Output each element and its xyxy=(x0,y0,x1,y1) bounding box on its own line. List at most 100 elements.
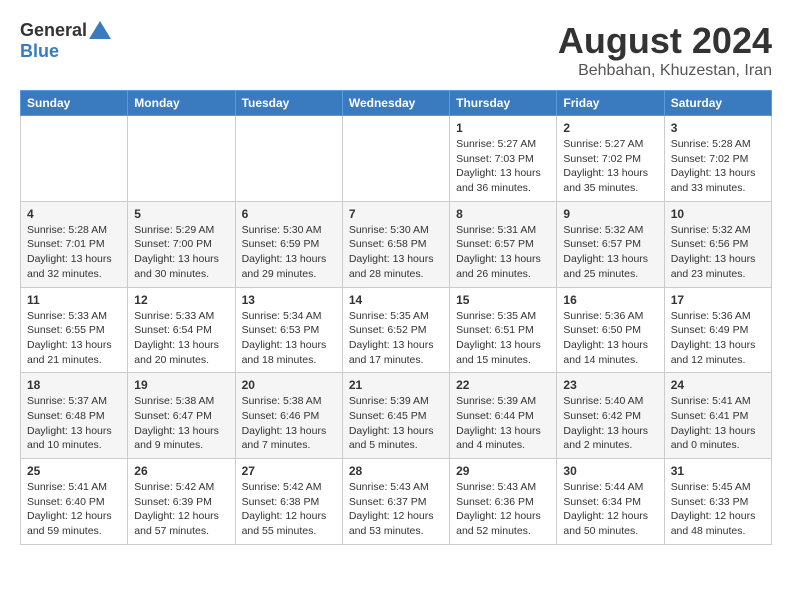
calendar-cell: 1Sunrise: 5:27 AMSunset: 7:03 PMDaylight… xyxy=(450,116,557,202)
day-number: 8 xyxy=(456,207,550,221)
calendar-cell xyxy=(128,116,235,202)
day-info: Sunrise: 5:30 AMSunset: 6:59 PMDaylight:… xyxy=(242,223,336,282)
calendar-location: Behbahan, Khuzestan, Iran xyxy=(558,62,772,80)
day-info: Sunrise: 5:38 AMSunset: 6:47 PMDaylight:… xyxy=(134,394,228,453)
day-number: 14 xyxy=(349,293,443,307)
col-thursday: Thursday xyxy=(450,91,557,116)
calendar-cell: 22 Sunrise: 5:39 AMSunset: 6:44 PMDayligh… xyxy=(450,373,557,459)
calendar-cell: 21 Sunrise: 5:39 AMSunset: 6:45 PMDayligh… xyxy=(342,373,449,459)
day-number: 31 xyxy=(671,464,765,478)
col-saturday: Saturday xyxy=(664,91,771,116)
day-info: Sunrise: 5:39 AMSunset: 6:44 PMDaylight:… xyxy=(456,394,550,453)
day-info: Sunrise: 5:35 AMSunset: 6:52 PMDaylight:… xyxy=(349,309,443,368)
day-number: 16 xyxy=(563,293,657,307)
day-number: 11 xyxy=(27,293,121,307)
day-info: Sunrise: 5:29 AMSunset: 7:00 PMDaylight:… xyxy=(134,223,228,282)
day-number: 25 xyxy=(27,464,121,478)
col-friday: Friday xyxy=(557,91,664,116)
day-number: 13 xyxy=(242,293,336,307)
calendar-week-2: 4 Sunrise: 5:28 AMSunset: 7:01 PMDaylight… xyxy=(21,201,772,287)
calendar-week-4: 18 Sunrise: 5:37 AMSunset: 6:48 PMDayligh… xyxy=(21,373,772,459)
day-info: Sunrise: 5:33 AMSunset: 6:55 PMDaylight:… xyxy=(27,309,121,368)
calendar-cell: 14 Sunrise: 5:35 AMSunset: 6:52 PMDayligh… xyxy=(342,287,449,373)
day-number: 1 xyxy=(456,121,550,135)
calendar-cell: 9Sunrise: 5:32 AMSunset: 6:57 PMDaylight… xyxy=(557,201,664,287)
calendar-cell: 20 Sunrise: 5:38 AMSunset: 6:46 PMDayligh… xyxy=(235,373,342,459)
calendar-cell: 29Sunrise: 5:43 AMSunset: 6:36 PMDayligh… xyxy=(450,459,557,545)
day-info: Sunrise: 5:38 AMSunset: 6:46 PMDaylight:… xyxy=(242,394,336,453)
day-number: 5 xyxy=(134,207,228,221)
calendar-cell: 26 Sunrise: 5:42 AMSunset: 6:39 PMDayligh… xyxy=(128,459,235,545)
day-number: 7 xyxy=(349,207,443,221)
day-info: Sunrise: 5:35 AMSunset: 6:51 PMDaylight:… xyxy=(456,309,550,368)
calendar-cell: 10Sunrise: 5:32 AMSunset: 6:56 PMDayligh… xyxy=(664,201,771,287)
day-number: 2 xyxy=(563,121,657,135)
calendar-cell: 11 Sunrise: 5:33 AMSunset: 6:55 PMDayligh… xyxy=(21,287,128,373)
day-number: 30 xyxy=(563,464,657,478)
day-info: Sunrise: 5:43 AMSunset: 6:36 PMDaylight:… xyxy=(456,480,550,539)
calendar-cell: 25Sunrise: 5:41 AMSunset: 6:40 PMDayligh… xyxy=(21,459,128,545)
calendar-cell: 4 Sunrise: 5:28 AMSunset: 7:01 PMDaylight… xyxy=(21,201,128,287)
calendar-title: August 2024 xyxy=(558,20,772,62)
col-tuesday: Tuesday xyxy=(235,91,342,116)
day-number: 18 xyxy=(27,378,121,392)
calendar-cell: 15 Sunrise: 5:35 AMSunset: 6:51 PMDayligh… xyxy=(450,287,557,373)
day-number: 15 xyxy=(456,293,550,307)
calendar-cell xyxy=(235,116,342,202)
day-number: 21 xyxy=(349,378,443,392)
day-info: Sunrise: 5:36 AMSunset: 6:49 PMDaylight:… xyxy=(671,309,765,368)
day-number: 9 xyxy=(563,207,657,221)
calendar-cell: 6 Sunrise: 5:30 AMSunset: 6:59 PMDaylight… xyxy=(235,201,342,287)
day-number: 17 xyxy=(671,293,765,307)
day-info: Sunrise: 5:36 AMSunset: 6:50 PMDaylight:… xyxy=(563,309,657,368)
page-header: General Blue August 2024 Behbahan, Khuze… xyxy=(20,20,772,80)
day-number: 24 xyxy=(671,378,765,392)
calendar-cell: 24 Sunrise: 5:41 AMSunset: 6:41 PMDayligh… xyxy=(664,373,771,459)
day-info: Sunrise: 5:28 AMSunset: 7:01 PMDaylight:… xyxy=(27,223,121,282)
calendar-week-5: 25Sunrise: 5:41 AMSunset: 6:40 PMDayligh… xyxy=(21,459,772,545)
day-number: 26 xyxy=(134,464,228,478)
logo-icon xyxy=(89,21,111,39)
day-info: Sunrise: 5:42 AMSunset: 6:39 PMDaylight:… xyxy=(134,480,228,539)
day-info: Sunrise: 5:41 AMSunset: 6:41 PMDaylight:… xyxy=(671,394,765,453)
calendar-cell xyxy=(21,116,128,202)
day-number: 28 xyxy=(349,464,443,478)
day-info: Sunrise: 5:37 AMSunset: 6:48 PMDaylight:… xyxy=(27,394,121,453)
day-info: Sunrise: 5:43 AMSunset: 6:37 PMDaylight:… xyxy=(349,480,443,539)
logo-general-text: General xyxy=(20,20,87,41)
day-number: 3 xyxy=(671,121,765,135)
day-info: Sunrise: 5:40 AMSunset: 6:42 PMDaylight:… xyxy=(563,394,657,453)
day-info: Sunrise: 5:30 AMSunset: 6:58 PMDaylight:… xyxy=(349,223,443,282)
day-info: Sunrise: 5:44 AMSunset: 6:34 PMDaylight:… xyxy=(563,480,657,539)
calendar-cell: 19Sunrise: 5:38 AMSunset: 6:47 PMDayligh… xyxy=(128,373,235,459)
day-number: 23 xyxy=(563,378,657,392)
day-number: 27 xyxy=(242,464,336,478)
day-number: 10 xyxy=(671,207,765,221)
calendar-cell: 27Sunrise: 5:42 AMSunset: 6:38 PMDayligh… xyxy=(235,459,342,545)
calendar-cell: 30 Sunrise: 5:44 AMSunset: 6:34 PMDayligh… xyxy=(557,459,664,545)
calendar-cell: 17 Sunrise: 5:36 AMSunset: 6:49 PMDayligh… xyxy=(664,287,771,373)
day-info: Sunrise: 5:34 AMSunset: 6:53 PMDaylight:… xyxy=(242,309,336,368)
day-info: Sunrise: 5:45 AMSunset: 6:33 PMDaylight:… xyxy=(671,480,765,539)
day-number: 12 xyxy=(134,293,228,307)
calendar-cell: 16 Sunrise: 5:36 AMSunset: 6:50 PMDayligh… xyxy=(557,287,664,373)
day-number: 4 xyxy=(27,207,121,221)
calendar-week-1: 1Sunrise: 5:27 AMSunset: 7:03 PMDaylight… xyxy=(21,116,772,202)
day-info: Sunrise: 5:28 AMSunset: 7:02 PMDaylight:… xyxy=(671,137,765,196)
day-number: 6 xyxy=(242,207,336,221)
day-info: Sunrise: 5:33 AMSunset: 6:54 PMDaylight:… xyxy=(134,309,228,368)
calendar-table: Sunday Monday Tuesday Wednesday Thursday… xyxy=(20,90,772,545)
calendar-header-row: Sunday Monday Tuesday Wednesday Thursday… xyxy=(21,91,772,116)
calendar-cell: 12 Sunrise: 5:33 AMSunset: 6:54 PMDayligh… xyxy=(128,287,235,373)
col-sunday: Sunday xyxy=(21,91,128,116)
calendar-cell: 13 Sunrise: 5:34 AMSunset: 6:53 PMDayligh… xyxy=(235,287,342,373)
day-number: 22 xyxy=(456,378,550,392)
logo-blue-text: Blue xyxy=(20,41,59,62)
day-info: Sunrise: 5:39 AMSunset: 6:45 PMDaylight:… xyxy=(349,394,443,453)
logo: General Blue xyxy=(20,20,111,62)
day-number: 20 xyxy=(242,378,336,392)
col-wednesday: Wednesday xyxy=(342,91,449,116)
day-info: Sunrise: 5:27 AMSunset: 7:02 PMDaylight:… xyxy=(563,137,657,196)
calendar-cell: 7 Sunrise: 5:30 AMSunset: 6:58 PMDaylight… xyxy=(342,201,449,287)
calendar-cell: 28 Sunrise: 5:43 AMSunset: 6:37 PMDayligh… xyxy=(342,459,449,545)
